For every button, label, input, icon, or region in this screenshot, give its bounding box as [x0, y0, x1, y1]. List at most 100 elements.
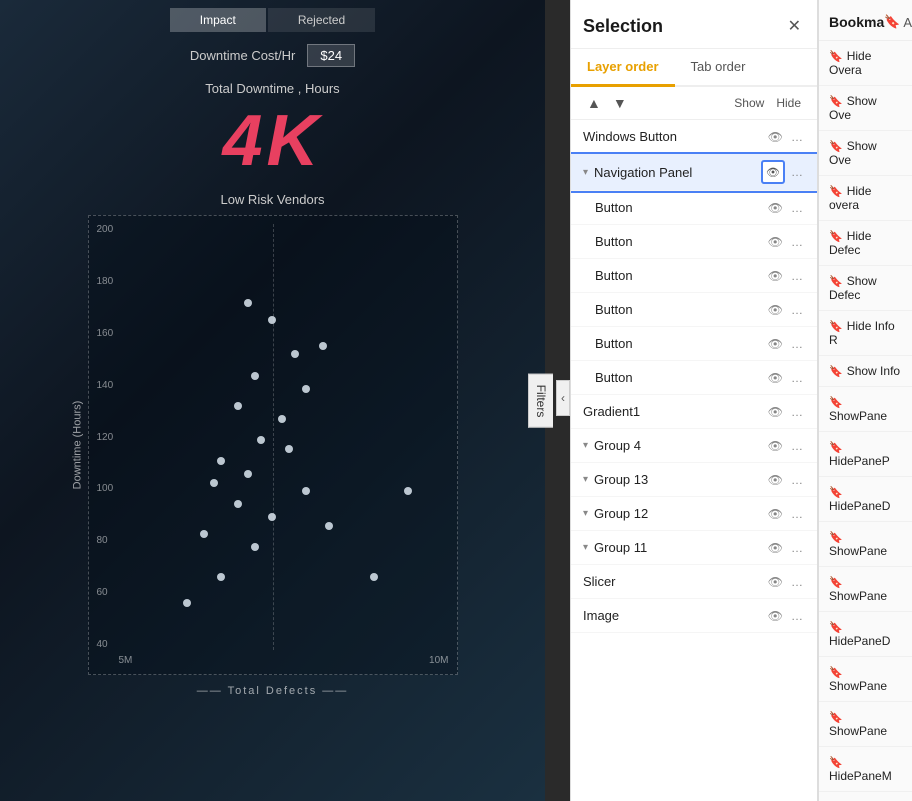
layer-item[interactable]: ▾Group 11👁… — [571, 531, 817, 565]
more-options-icon[interactable]: … — [789, 438, 805, 454]
layer-item[interactable]: Button👁… — [571, 225, 817, 259]
bookmark-list: 🔖Hide Overa🔖Show Ove🔖Show Ove🔖Hide overa… — [819, 41, 912, 801]
visibility-icon[interactable]: 👁 — [766, 438, 785, 454]
bookmark-item[interactable]: 🔖Hide Info R — [819, 311, 912, 356]
more-options-icon[interactable]: … — [789, 370, 805, 386]
selection-panel: Selection ✕ Layer order Tab order ▲ ▼ Sh… — [570, 0, 818, 801]
scatter-chart: 200 180 160 140 120 100 80 60 40 5M 10M — [88, 215, 458, 675]
more-options-icon[interactable]: … — [789, 472, 805, 488]
more-options-icon[interactable]: … — [789, 268, 805, 284]
layer-item[interactable]: Button👁… — [571, 361, 817, 395]
more-options-icon[interactable]: … — [789, 234, 805, 250]
visibility-icon[interactable]: 👁 — [766, 336, 785, 352]
scatter-dot — [251, 543, 259, 551]
bookmark-icon: 🔖 — [829, 532, 843, 544]
bookmark-item[interactable]: 🔖ShowPane — [819, 387, 912, 432]
bookmark-icon: 🔖 — [829, 487, 843, 499]
bookmark-item[interactable]: 🔖Show Ove — [819, 86, 912, 131]
bookmark-item[interactable]: 🔖Hide Overa — [819, 41, 912, 86]
more-options-icon[interactable]: … — [789, 540, 805, 556]
visibility-icon[interactable]: 👁 — [766, 540, 785, 556]
bookmark-item[interactable]: 🔖Show Ove — [819, 131, 912, 176]
move-up-button[interactable]: ▲ — [583, 93, 605, 113]
visibility-icon[interactable]: 👁 — [766, 268, 785, 284]
visibility-cursor-icon[interactable]: 👁 — [761, 160, 785, 184]
more-options-icon[interactable]: … — [789, 200, 805, 216]
bookmark-item[interactable]: 🔖Hide overa — [819, 176, 912, 221]
bookmark-item[interactable]: 🔖ShowPane — [819, 567, 912, 612]
visibility-icon[interactable]: 👁 — [766, 472, 785, 488]
layer-item[interactable]: Button👁… — [571, 293, 817, 327]
bookmark-icon: 🔖 — [829, 366, 843, 378]
bookmark-item[interactable]: 🔖HidePaneP — [819, 432, 912, 477]
visibility-icon[interactable]: 👁 — [766, 129, 785, 145]
filters-tab[interactable]: Filters — [528, 373, 553, 428]
layer-item[interactable]: Slicer👁… — [571, 565, 817, 599]
more-options-icon[interactable]: … — [789, 129, 805, 145]
more-options-icon[interactable]: … — [789, 404, 805, 420]
more-options-icon[interactable]: … — [789, 574, 805, 590]
bookmark-item[interactable]: 🔖HidePaneD — [819, 477, 912, 522]
move-down-button[interactable]: ▼ — [609, 93, 631, 113]
scatter-dot — [183, 599, 191, 607]
visibility-icon[interactable]: 👁 — [766, 608, 785, 624]
add-bookmark-button[interactable]: 🔖 Add — [884, 14, 912, 30]
bookmark-item[interactable]: 🔖Show Defec — [819, 266, 912, 311]
bookmark-icon: 🔖 — [829, 186, 843, 198]
bookmark-item[interactable]: 🔖Show Info — [819, 356, 912, 387]
layer-item[interactable]: Button 👁… — [571, 191, 817, 225]
layer-item[interactable]: Windows Button👁… — [571, 120, 817, 154]
visibility-icon[interactable]: 👁 — [766, 574, 785, 590]
bookmarks-header: Bookma 🔖 Add — [819, 0, 912, 41]
bookmark-item[interactable]: 🔖ShowPane — [819, 792, 912, 801]
visibility-icon[interactable]: 👁 — [766, 302, 785, 318]
layer-item[interactable]: Image👁… — [571, 599, 817, 633]
more-options-icon[interactable]: … — [789, 302, 805, 318]
more-options-icon[interactable]: … — [789, 608, 805, 624]
layer-item[interactable]: Button👁… — [571, 327, 817, 361]
more-options-icon[interactable]: … — [789, 336, 805, 352]
visibility-icon[interactable]: 👁 — [766, 370, 785, 386]
layer-item[interactable]: ▾Navigation Panel👁… — [571, 154, 817, 191]
bookmark-icon: 🔖 — [829, 51, 843, 63]
layer-name: Navigation Panel — [594, 165, 757, 180]
visibility-icon[interactable]: 👁 — [766, 234, 785, 250]
layer-item[interactable]: Button👁… — [571, 259, 817, 293]
layer-item[interactable]: ▾Group 12👁… — [571, 497, 817, 531]
impact-tab[interactable]: Impact — [170, 8, 266, 32]
bookmark-icon: 🔖 — [829, 577, 843, 589]
close-selection-button[interactable]: ✕ — [784, 14, 805, 38]
layer-item[interactable]: ▾Group 13👁… — [571, 463, 817, 497]
bookmark-item[interactable]: 🔖HidePaneD — [819, 612, 912, 657]
bookmark-item[interactable]: 🔖HidePaneM — [819, 747, 912, 792]
collapse-panel-btn[interactable]: ‹ — [556, 380, 570, 416]
bookmark-item[interactable]: 🔖ShowPane — [819, 702, 912, 747]
selection-title: Selection — [583, 16, 663, 37]
bookmark-item[interactable]: 🔖ShowPane — [819, 657, 912, 702]
visibility-icon[interactable]: 👁 — [766, 200, 785, 216]
layer-item[interactable]: Gradient1👁… — [571, 395, 817, 429]
bookmark-icon: 🔖 — [829, 622, 843, 634]
chevron-icon: ▾ — [583, 440, 588, 451]
cost-value: $24 — [307, 44, 355, 67]
cost-label: Downtime Cost/Hr — [190, 48, 295, 63]
tab-tab-order[interactable]: Tab order — [675, 49, 762, 87]
scatter-dot — [319, 342, 327, 350]
bookmark-item[interactable]: 🔖Hide Defec — [819, 221, 912, 266]
bookmark-icon: 🔖 — [829, 442, 843, 454]
tab-layer-order[interactable]: Layer order — [571, 49, 675, 87]
x-axis: 5M 10M — [119, 655, 449, 666]
big-number: 4K — [0, 100, 545, 182]
bookmark-item[interactable]: 🔖ShowPane — [819, 522, 912, 567]
scatter-dot — [325, 522, 333, 530]
more-options-icon[interactable]: … — [789, 506, 805, 522]
visibility-icon[interactable]: 👁 — [766, 404, 785, 420]
layer-name: Button — [595, 200, 762, 215]
more-options-icon[interactable]: … — [789, 164, 805, 180]
rejected-tab[interactable]: Rejected — [268, 8, 375, 32]
visibility-icon[interactable]: 👁 — [766, 506, 785, 522]
bookmark-icon: 🔖 — [829, 712, 843, 724]
layer-item[interactable]: ▾ Group 4 👁… — [571, 429, 817, 463]
layer-name: Group 4 — [594, 438, 762, 453]
viz-tab-bar: Impact Rejected — [0, 0, 545, 32]
